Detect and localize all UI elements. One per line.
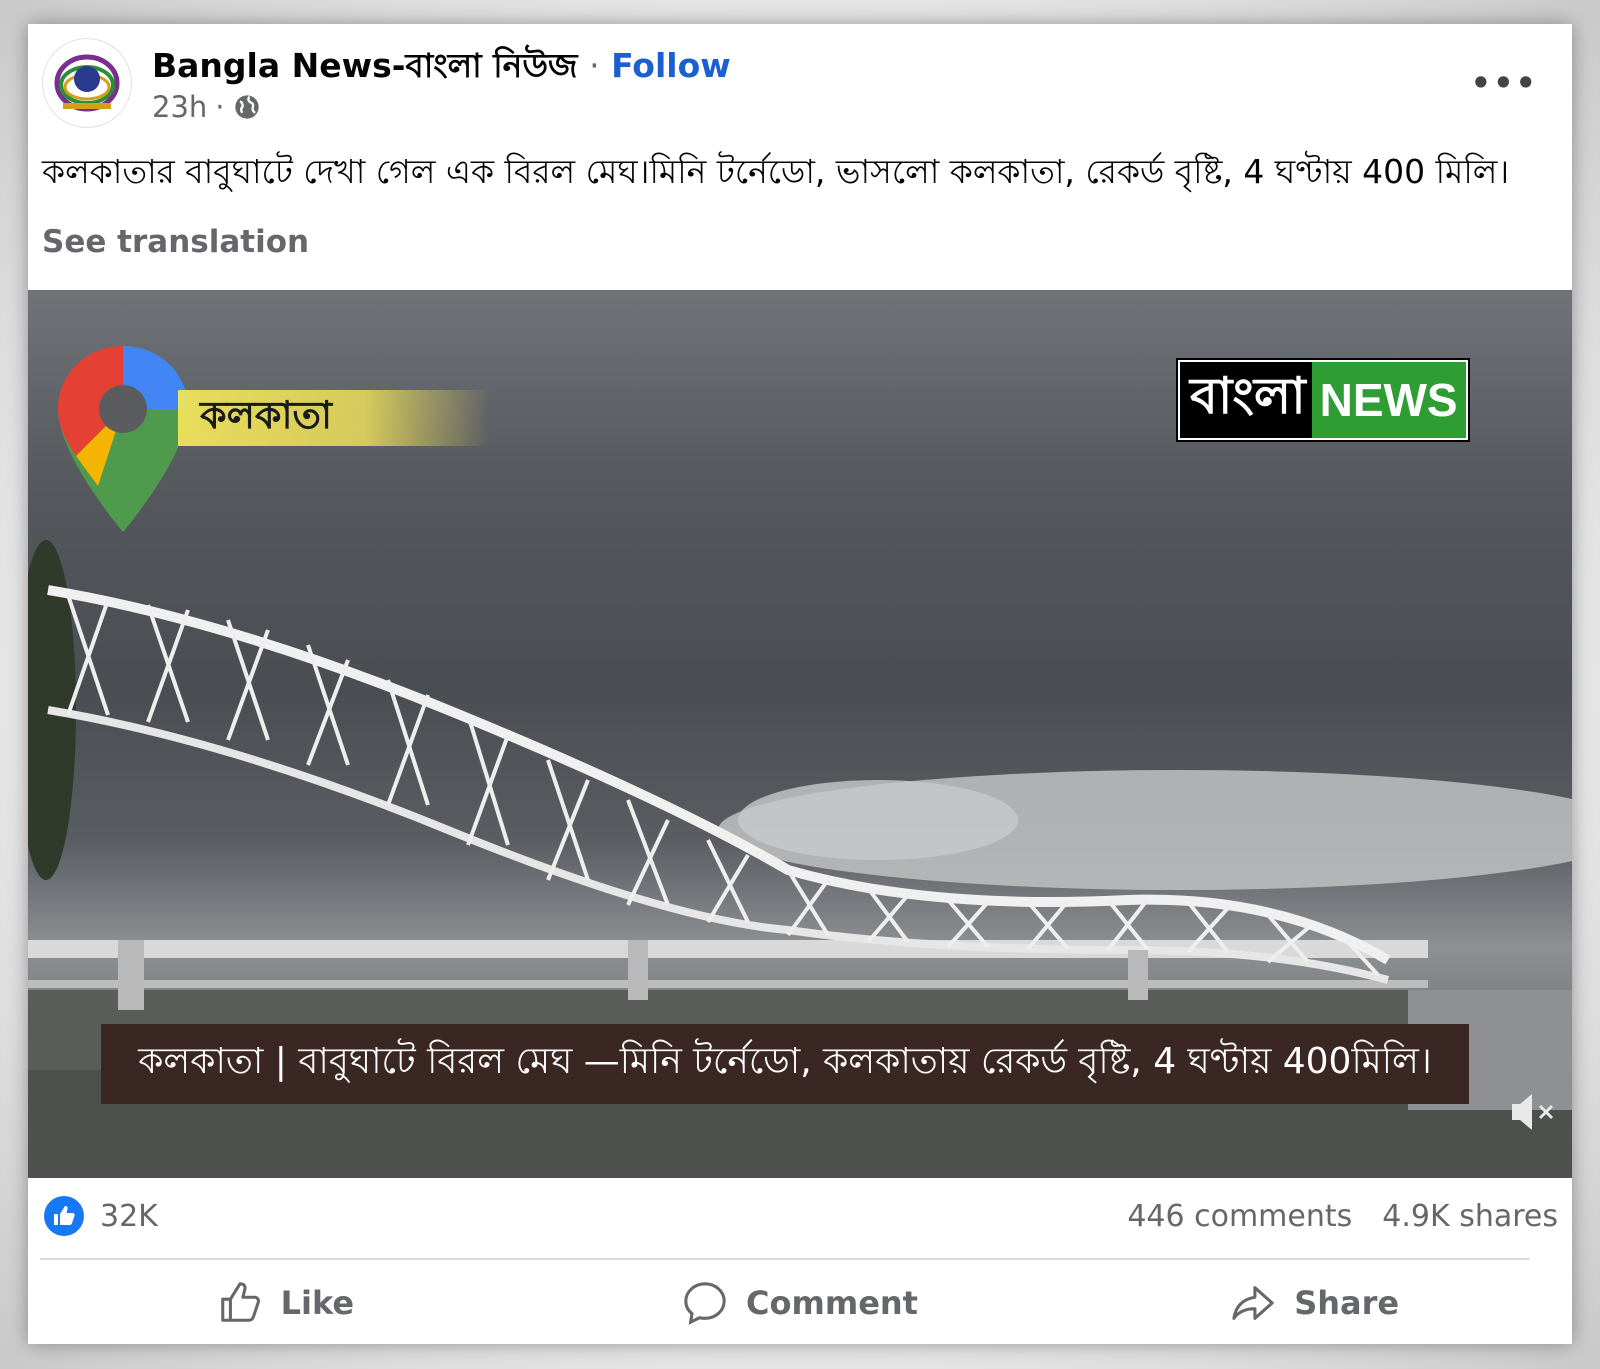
video-lower-third-caption: কলকাতা | বাবুঘাটে বিরল মেঘ —মিনি টর্নেডো… bbox=[101, 1024, 1469, 1104]
post-actions-bar: Like Comment Share bbox=[28, 1262, 1572, 1344]
page-avatar[interactable] bbox=[42, 38, 132, 128]
facebook-post: Bangla News-বাংলা নিউজ · Follow 23h · ••… bbox=[28, 24, 1572, 1344]
share-button[interactable]: Share bbox=[1057, 1262, 1572, 1344]
page-name[interactable]: Bangla News-বাংলা নিউজ bbox=[152, 46, 578, 85]
like-icon bbox=[220, 1282, 260, 1322]
muted-speaker-icon[interactable] bbox=[1508, 1088, 1558, 1136]
comments-count[interactable]: 446 comments bbox=[1127, 1199, 1352, 1234]
more-options-button[interactable]: ••• bbox=[1471, 64, 1538, 102]
comment-icon bbox=[684, 1282, 726, 1325]
post-caption: কলকাতার বাবুঘাটে দেখা গেল এক বিরল মেঘ।মি… bbox=[42, 152, 1510, 191]
share-icon bbox=[1232, 1286, 1274, 1320]
see-translation-link[interactable]: See translation bbox=[42, 224, 309, 260]
reaction-count: 32K bbox=[100, 1198, 158, 1234]
globe-icon bbox=[234, 95, 259, 119]
location-tag: কলকাতা bbox=[178, 390, 490, 446]
reactions-summary[interactable]: 32K bbox=[44, 1196, 158, 1236]
page-logo-icon bbox=[54, 54, 120, 112]
follow-button[interactable]: Follow bbox=[611, 46, 731, 85]
comment-label: Comment bbox=[746, 1284, 918, 1322]
actions-divider bbox=[40, 1258, 1530, 1260]
name-separator: · bbox=[589, 46, 600, 85]
comment-button[interactable]: Comment bbox=[543, 1262, 1058, 1344]
shares-count[interactable]: 4.9K shares bbox=[1382, 1199, 1558, 1234]
channel-logo-news: NEWS bbox=[1311, 362, 1466, 438]
screenshot-frame: Bangla News-বাংলা নিউজ · Follow 23h · ••… bbox=[0, 0, 1600, 1369]
channel-logo-bangla: বাংলা bbox=[1180, 362, 1312, 438]
channel-logo: বাংলা NEWS bbox=[1178, 360, 1468, 440]
map-pin-icon bbox=[58, 346, 188, 532]
video-player[interactable]: কলকাতা বাংলা NEWS কলকাতা | বাবুঘাটে বিরল… bbox=[28, 290, 1572, 1178]
thumbs-up-icon bbox=[54, 1206, 75, 1225]
page-name-row: Bangla News-বাংলা নিউজ · Follow bbox=[152, 40, 731, 96]
share-label: Share bbox=[1294, 1284, 1400, 1322]
engagement-counts: 446 comments 4.9K shares bbox=[1127, 1199, 1558, 1234]
like-button[interactable]: Like bbox=[28, 1262, 543, 1344]
like-label: Like bbox=[280, 1284, 355, 1322]
post-meta: 23h · bbox=[152, 90, 261, 124]
thumbs-up-reaction-icon bbox=[44, 1196, 84, 1236]
post-time[interactable]: 23h bbox=[152, 90, 207, 124]
meta-separator: · bbox=[215, 90, 225, 124]
